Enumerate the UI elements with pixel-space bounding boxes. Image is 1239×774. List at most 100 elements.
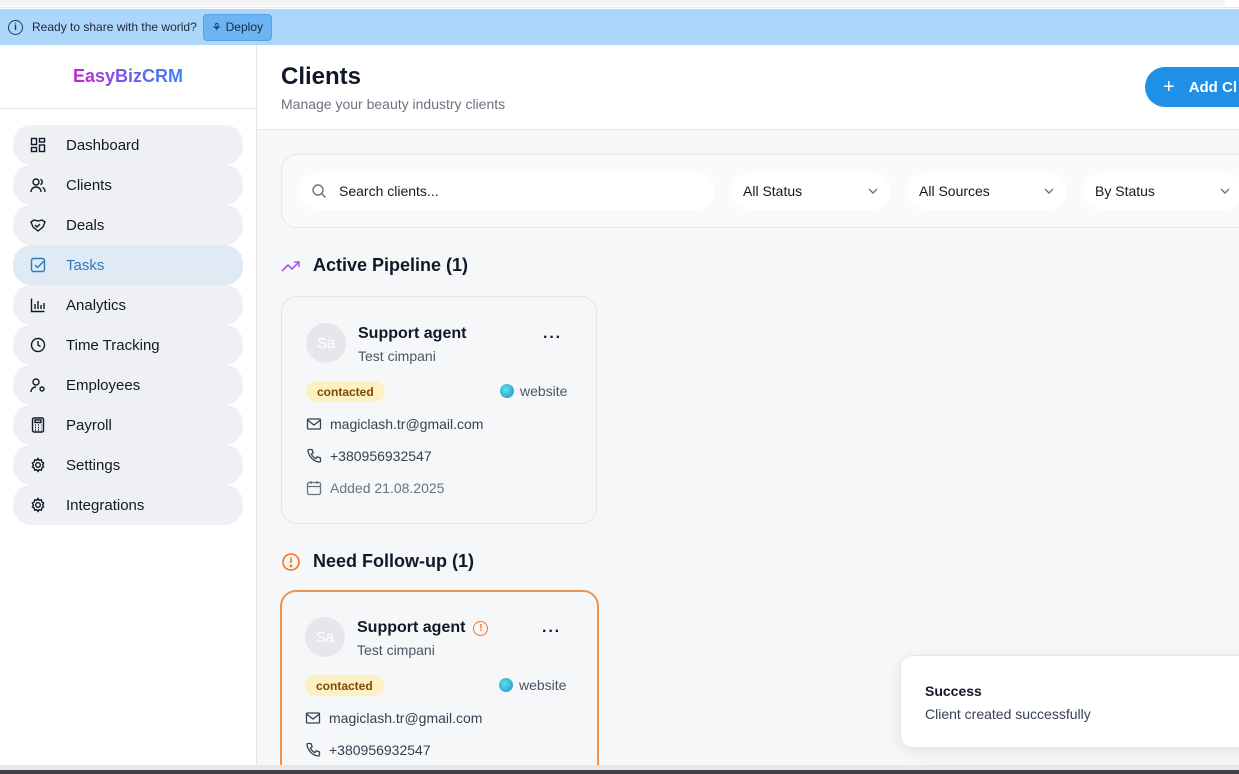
toast-message: Client created successfully bbox=[925, 706, 1091, 722]
sidebar-item-deals[interactable]: Deals bbox=[13, 205, 243, 245]
avatar: Sa bbox=[306, 323, 346, 363]
sidebar-item-label: Analytics bbox=[66, 296, 127, 314]
source-filter-value: All Sources bbox=[919, 183, 990, 199]
clock-icon bbox=[30, 337, 46, 353]
scrollbar-thumb[interactable] bbox=[0, 770, 1239, 774]
sidebar-item-label: Payroll bbox=[66, 416, 112, 434]
phone-icon bbox=[307, 448, 322, 463]
sidebar-item-analytics[interactable]: Analytics bbox=[13, 285, 243, 325]
sidebar-item-tasks[interactable]: Tasks bbox=[13, 245, 243, 285]
sidebar-item-dashboard[interactable]: Dashboard bbox=[13, 125, 243, 165]
chevron-down-icon bbox=[868, 188, 878, 194]
more-options-button[interactable]: ··· bbox=[543, 329, 562, 347]
status-filter-select[interactable]: All Status bbox=[731, 172, 891, 210]
client-email-text: magiclash.tr@gmail.com bbox=[329, 710, 483, 726]
banner-message: Ready to share with the world? bbox=[32, 20, 197, 34]
sidebar-item-label: Tasks bbox=[66, 256, 105, 274]
tree-icon: ⚘ bbox=[211, 21, 222, 34]
sidebar: EasyBizCRM Dashboard Clients Deals Tasks… bbox=[0, 45, 257, 765]
client-source-text: website bbox=[519, 677, 567, 693]
browser-top-strip bbox=[0, 0, 1239, 8]
sidebar-item-settings[interactable]: Settings bbox=[13, 445, 243, 485]
sidebar-item-employees[interactable]: Employees bbox=[13, 365, 243, 405]
sidebar-item-clients[interactable]: Clients bbox=[13, 165, 243, 205]
sort-select[interactable]: By Status bbox=[1083, 172, 1239, 210]
brand-logo[interactable]: EasyBizCRM bbox=[0, 45, 256, 109]
horizontal-scrollbar[interactable] bbox=[0, 765, 1239, 774]
info-icon: i bbox=[8, 19, 23, 35]
brand-name: EasyBizCRM bbox=[72, 66, 184, 86]
sidebar-item-integrations[interactable]: Integrations bbox=[13, 485, 243, 525]
client-email[interactable]: magiclash.tr@gmail.com bbox=[305, 710, 482, 726]
mail-icon bbox=[306, 418, 322, 430]
filter-bar: All Status All Sources By Status bbox=[281, 154, 1239, 228]
search-input[interactable] bbox=[339, 183, 679, 199]
deploy-label: Deploy bbox=[225, 20, 263, 34]
plus-icon: + bbox=[1163, 75, 1175, 98]
chevron-down-icon bbox=[1044, 188, 1054, 194]
checkbox-icon bbox=[30, 257, 46, 273]
client-name-text: Support agent bbox=[358, 325, 467, 342]
client-phone-text: +380956932547 bbox=[329, 742, 431, 758]
sidebar-item-label: Clients bbox=[66, 176, 112, 194]
client-phone-text: +380956932547 bbox=[330, 448, 432, 464]
section-need-follow-up: Need Follow-up (1) bbox=[281, 551, 474, 572]
client-name-text: Support agent bbox=[357, 619, 466, 636]
deploy-banner: i Ready to share with the world? ⚘ Deplo… bbox=[0, 9, 1239, 45]
sidebar-item-label: Dashboard bbox=[66, 136, 140, 154]
top-scrollbar bbox=[0, 0, 1225, 6]
grid-icon bbox=[30, 137, 46, 153]
client-name: Support agent bbox=[358, 325, 466, 343]
sort-value: By Status bbox=[1095, 183, 1155, 199]
sidebar-nav: Dashboard Clients Deals Tasks Analytics … bbox=[0, 109, 256, 525]
section-active-pipeline: Active Pipeline (1) bbox=[281, 255, 468, 276]
client-card[interactable]: Sa Support agent! Test cimpani ··· conta… bbox=[280, 590, 599, 765]
alert-circle-icon bbox=[281, 552, 301, 572]
add-client-label: Add Cl bbox=[1188, 78, 1238, 96]
phone-icon bbox=[306, 742, 321, 757]
status-badge: contacted bbox=[306, 381, 385, 402]
client-phone[interactable]: +380956932547 bbox=[305, 742, 431, 758]
deploy-button[interactable]: ⚘ Deploy bbox=[202, 13, 272, 41]
mail-icon bbox=[305, 712, 321, 724]
search-box[interactable] bbox=[299, 172, 715, 210]
client-source: website bbox=[500, 383, 567, 399]
gear-icon bbox=[30, 457, 46, 473]
client-company: Test cimpani bbox=[357, 642, 435, 658]
sidebar-item-label: Settings bbox=[66, 456, 121, 474]
client-email-text: magiclash.tr@gmail.com bbox=[330, 416, 484, 432]
sidebar-item-label: Time Tracking bbox=[66, 336, 160, 354]
avatar: Sa bbox=[305, 617, 345, 657]
globe-icon bbox=[499, 678, 513, 692]
client-added-text: Added 21.08.2025 bbox=[330, 480, 445, 496]
client-card[interactable]: Sa Support agent Test cimpani ··· contac… bbox=[281, 296, 597, 524]
trending-up-icon bbox=[281, 256, 301, 276]
globe-icon bbox=[500, 384, 514, 398]
more-options-button[interactable]: ··· bbox=[542, 623, 561, 641]
handshake-icon bbox=[30, 217, 46, 233]
client-added-date: Added 21.08.2025 bbox=[306, 480, 444, 496]
toast-title: Success bbox=[925, 683, 982, 699]
client-email[interactable]: magiclash.tr@gmail.com bbox=[306, 416, 483, 432]
source-filter-select[interactable]: All Sources bbox=[907, 172, 1067, 210]
page-header: Clients Manage your beauty industry clie… bbox=[257, 45, 1239, 130]
status-filter-value: All Status bbox=[743, 183, 803, 199]
users-icon bbox=[30, 177, 46, 193]
bar-chart-icon bbox=[30, 297, 46, 313]
success-toast[interactable]: Success Client created successfully bbox=[900, 655, 1239, 748]
sidebar-item-time-tracking[interactable]: Time Tracking bbox=[13, 325, 243, 365]
add-client-button[interactable]: + Add Cl bbox=[1145, 67, 1239, 107]
page-title: Clients bbox=[281, 63, 362, 90]
sidebar-item-label: Employees bbox=[66, 376, 141, 394]
calendar-icon bbox=[306, 481, 322, 496]
client-phone[interactable]: +380956932547 bbox=[306, 448, 432, 464]
client-company: Test cimpani bbox=[358, 348, 436, 364]
calculator-icon bbox=[30, 417, 46, 433]
sidebar-item-payroll[interactable]: Payroll bbox=[13, 405, 243, 445]
section-title-text: Active Pipeline (1) bbox=[313, 255, 469, 275]
search-icon bbox=[312, 184, 326, 198]
client-source-text: website bbox=[520, 383, 568, 399]
chevron-down-icon bbox=[1220, 188, 1230, 194]
client-name: Support agent! bbox=[357, 619, 489, 637]
client-source: website bbox=[499, 677, 566, 693]
